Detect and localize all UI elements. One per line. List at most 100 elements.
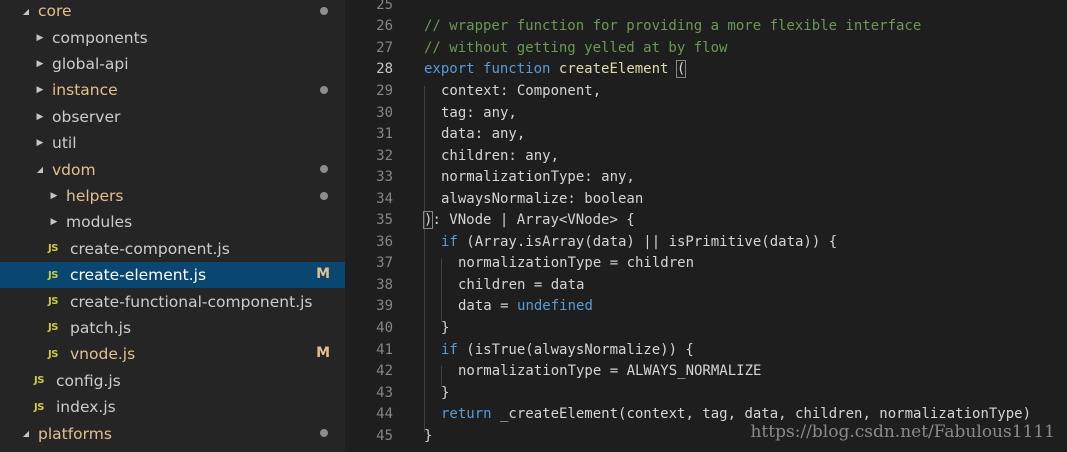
folder-item[interactable]: ▶ observer	[0, 104, 345, 130]
code-text: ): VNode | Array<VNode> {	[422, 211, 635, 230]
line-number: 30	[376, 104, 393, 121]
tree-item-label: global-api	[52, 54, 129, 73]
code-line[interactable]: 32 children: any,	[345, 145, 1067, 167]
line-number: 40	[376, 320, 393, 337]
tree-item-label: create-component.js	[70, 239, 230, 258]
code-token: if	[441, 341, 458, 358]
tree-item-label: core	[38, 2, 72, 21]
code-token: // wrapper function for providing a more…	[424, 18, 922, 35]
chevron-right-icon[interactable]: ▶	[34, 59, 46, 69]
code-line[interactable]: 38 children = data	[345, 274, 1067, 296]
line-number: 26	[376, 18, 393, 35]
code-text: }	[424, 428, 432, 444]
file-item[interactable]: JS patch.js	[0, 315, 345, 341]
modified-dot-icon	[320, 7, 328, 15]
line-number: 44	[376, 406, 393, 423]
tree-item-label: components	[52, 28, 148, 47]
code-token: (Array.isArray(data) || isPrimitive(data…	[457, 233, 838, 250]
code-text: normalizationType = ALWAYS_NORMALIZE	[458, 363, 761, 379]
folder-item[interactable]: ▶ modules	[0, 209, 345, 235]
code-line[interactable]: 36 if (Array.isArray(data) || isPrimitive…	[345, 231, 1067, 253]
code-token: }	[441, 384, 450, 401]
modified-dot-icon	[320, 429, 328, 438]
folder-item[interactable]: ◢ core	[0, 0, 345, 24]
code-line[interactable]: 42 normalizationType = ALWAYS_NORMALIZE	[345, 360, 1067, 382]
file-item[interactable]: JS create-component.js	[0, 236, 345, 262]
code-text: export function createElement (	[424, 60, 687, 79]
code-line[interactable]: 43}	[345, 382, 1067, 404]
line-number: 32	[376, 147, 393, 164]
code-line[interactable]: 31 data: any,	[345, 123, 1067, 145]
tree-item-label: modules	[66, 213, 133, 232]
code-line[interactable]: 28 export function createElement (	[345, 59, 1067, 81]
code-line[interactable]: 35 ): VNode | Array<VNode> {	[345, 210, 1067, 232]
chevron-down-icon[interactable]: ◢	[20, 7, 32, 16]
code-line[interactable]: 29 context: Component,	[345, 80, 1067, 102]
tree-item-label: instance	[52, 81, 118, 100]
tree-item-label: patch.js	[70, 318, 132, 337]
code-line[interactable]: 26 // wrapper function for providing a mo…	[345, 16, 1067, 38]
line-number: 31	[376, 126, 393, 143]
folder-item[interactable]: ▶ components	[0, 24, 345, 50]
code-text: // wrapper function for providing a more…	[424, 18, 921, 34]
line-number: 38	[376, 276, 393, 293]
folder-item[interactable]: ▶ instance	[0, 77, 345, 103]
tree-item-label: helpers	[66, 186, 124, 205]
folder-item[interactable]: ▶ global-api	[0, 51, 345, 77]
modified-dot-icon	[320, 86, 328, 95]
code-line[interactable]: 33 normalizationType: any,	[345, 166, 1067, 188]
chevron-right-icon[interactable]: ▶	[48, 191, 60, 201]
folder-item[interactable]: ▶ util	[0, 130, 345, 156]
chevron-right-icon[interactable]: ▶	[48, 217, 60, 227]
code-line[interactable]: 39 data = undefined	[345, 296, 1067, 318]
tree-item-label: util	[52, 134, 77, 153]
code-line[interactable]: 30 tag: any,	[345, 102, 1067, 124]
code-token: data =	[458, 298, 518, 315]
code-token: (isTrue(alwaysNormalize)) {	[457, 341, 694, 358]
js-file-icon: JS	[48, 322, 58, 334]
line-number: 45	[376, 427, 393, 444]
code-token: _createElement(context, tag, data, child…	[491, 406, 1032, 423]
folder-item[interactable]: ▶ helpers	[0, 183, 345, 209]
line-number: 29	[376, 82, 393, 99]
code-text: }	[441, 320, 449, 336]
js-file-icon: JS	[48, 243, 58, 255]
code-editor[interactable]: 25 26 // wrapper function for providing a …	[345, 0, 1067, 452]
code-text: if (isTrue(alwaysNormalize)) {	[441, 342, 694, 358]
chevron-right-icon[interactable]: ▶	[34, 138, 46, 148]
chevron-down-icon[interactable]: ◢	[20, 429, 32, 438]
code-token: export	[424, 61, 475, 78]
code-text: normalizationType: any,	[441, 169, 635, 185]
code-line[interactable]: 40}	[345, 317, 1067, 339]
code-line[interactable]: 27 // without getting yelled at by flow	[345, 37, 1067, 59]
file-item[interactable]: JS index.js	[0, 394, 345, 420]
line-number: 33	[376, 169, 393, 186]
code-line[interactable]: 25	[345, 0, 1067, 16]
code-text: // without getting yelled at by flow	[424, 40, 727, 56]
file-item[interactable]: JS config.js	[0, 368, 345, 394]
file-item[interactable]: JS create-functional-component.js	[0, 288, 345, 314]
line-number: 35	[376, 212, 393, 229]
code-text: }	[441, 385, 449, 401]
chevron-right-icon[interactable]: ▶	[34, 33, 46, 43]
tree-item-label: create-functional-component.js	[70, 292, 313, 311]
code-line[interactable]: 41 if (isTrue(alwaysNormalize)) {	[345, 339, 1067, 361]
code-token: createElement	[558, 61, 669, 78]
file-item[interactable]: JS vnode.js M	[0, 341, 345, 367]
line-number: 41	[376, 341, 393, 358]
folder-item[interactable]: ◢ vdom	[0, 156, 345, 182]
code-line[interactable]: 37 normalizationType = children	[345, 253, 1067, 275]
js-file-icon: JS	[48, 348, 58, 360]
code-token: tag: any,	[441, 104, 517, 121]
folder-item[interactable]: ◢ platforms	[0, 420, 345, 446]
chevron-right-icon[interactable]: ▶	[34, 112, 46, 122]
modified-dot-icon	[320, 191, 328, 200]
chevron-down-icon[interactable]: ◢	[34, 165, 46, 174]
chevron-right-icon[interactable]: ▶	[34, 85, 46, 95]
code-token: context: Component,	[441, 82, 602, 99]
code-token: : VNode | Array<VNode> {	[432, 212, 635, 229]
line-number: 37	[376, 255, 393, 272]
code-line[interactable]: 34 alwaysNormalize: boolean	[345, 188, 1067, 210]
code-token: if	[441, 233, 458, 250]
file-item[interactable]: JS create-element.js M	[0, 262, 345, 289]
